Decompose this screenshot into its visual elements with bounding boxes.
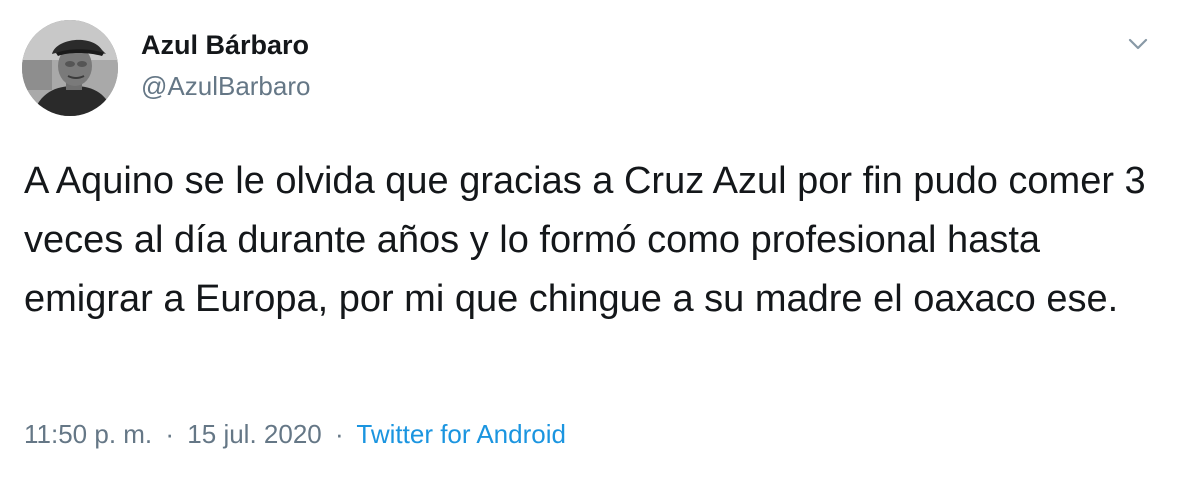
tweet-time[interactable]: 11:50 p. m. (24, 419, 152, 449)
author-name[interactable]: Azul Bárbaro (141, 30, 309, 61)
tweet-card: Azul Bárbaro @AzulBarbaro A Aquino se le… (0, 0, 1182, 478)
meta-separator: · (165, 419, 175, 449)
avatar-photo (22, 20, 118, 116)
chevron-down-icon[interactable] (1124, 34, 1152, 54)
tweet-meta: 11:50 p. m. · 15 jul. 2020 · Twitter for… (24, 419, 566, 450)
tweet-date[interactable]: 15 jul. 2020 (187, 419, 321, 449)
tweet-text: A Aquino se le olvida que gracias a Cruz… (24, 160, 1146, 320)
tweet-source-link[interactable]: Twitter for Android (356, 419, 566, 449)
avatar[interactable] (22, 20, 118, 116)
author-handle[interactable]: @AzulBarbaro (141, 71, 310, 102)
meta-separator: · (334, 419, 344, 449)
